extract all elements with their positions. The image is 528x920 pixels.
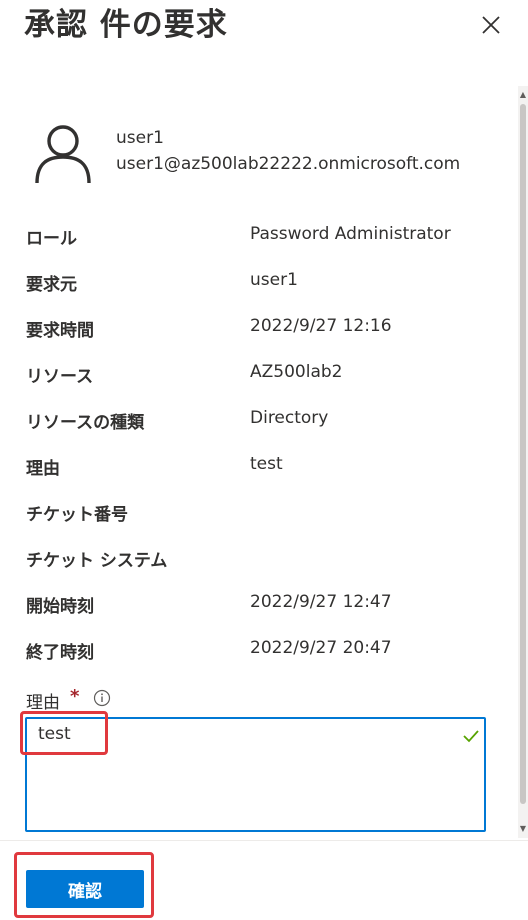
detail-value: Directory [250, 408, 329, 428]
checkmark-icon [463, 730, 479, 743]
reason-field-label: 理由 [26, 693, 60, 713]
detail-value: 2022/9/27 12:16 [250, 316, 392, 336]
detail-label: リソースの種類 [26, 413, 145, 433]
detail-value: 2022/9/27 20:47 [250, 638, 392, 658]
detail-row-requestor: 要求元 user1 [26, 270, 506, 300]
detail-row-ticket-system: チケット システム [26, 546, 506, 576]
detail-value: AZ500lab2 [250, 362, 343, 382]
detail-label: リソース [26, 367, 94, 387]
detail-label: チケット システム [26, 551, 168, 571]
detail-label: 理由 [26, 459, 60, 479]
confirm-button[interactable]: 確認 [26, 870, 144, 908]
person-icon [35, 125, 91, 184]
scroll-thumb[interactable] [520, 104, 526, 804]
detail-value: user1 [250, 270, 298, 290]
detail-row-ticket-number: チケット番号 [26, 500, 506, 530]
close-icon[interactable] [478, 12, 504, 38]
detail-value: 2022/9/27 12:47 [250, 592, 392, 612]
detail-row-end-time: 終了時刻 2022/9/27 20:47 [26, 638, 506, 668]
user-email: user1@az500lab22222.onmicrosoft.com [116, 154, 461, 174]
detail-label: 開始時刻 [26, 597, 94, 617]
detail-label: 要求元 [26, 275, 77, 295]
detail-row-role: ロール Password Administrator [26, 224, 506, 254]
detail-value: Password Administrator [250, 224, 451, 244]
detail-row-start-time: 開始時刻 2022/9/27 12:47 [26, 592, 506, 622]
detail-label: 要求時間 [26, 321, 94, 341]
scrollbar[interactable]: ▲ ▼ [518, 86, 528, 838]
detail-label: チケット番号 [26, 505, 128, 525]
info-icon[interactable] [93, 689, 111, 707]
detail-row-resource: リソース AZ500lab2 [26, 362, 506, 392]
scroll-down-arrow-icon[interactable]: ▼ [518, 824, 528, 834]
footer-divider [0, 840, 528, 841]
detail-row-reason: 理由 test [26, 454, 506, 484]
scroll-up-arrow-icon[interactable]: ▲ [518, 90, 528, 100]
required-marker: * [70, 686, 80, 707]
detail-row-request-time: 要求時間 2022/9/27 12:16 [26, 316, 506, 346]
panel-title: 承認 件の要求 [24, 7, 228, 43]
detail-label: ロール [26, 229, 77, 249]
detail-value: test [250, 454, 283, 474]
user-name: user1 [116, 128, 164, 148]
reason-highlight-box [20, 711, 108, 755]
detail-label: 終了時刻 [26, 643, 94, 663]
detail-row-resource-type: リソースの種類 Directory [26, 408, 506, 438]
